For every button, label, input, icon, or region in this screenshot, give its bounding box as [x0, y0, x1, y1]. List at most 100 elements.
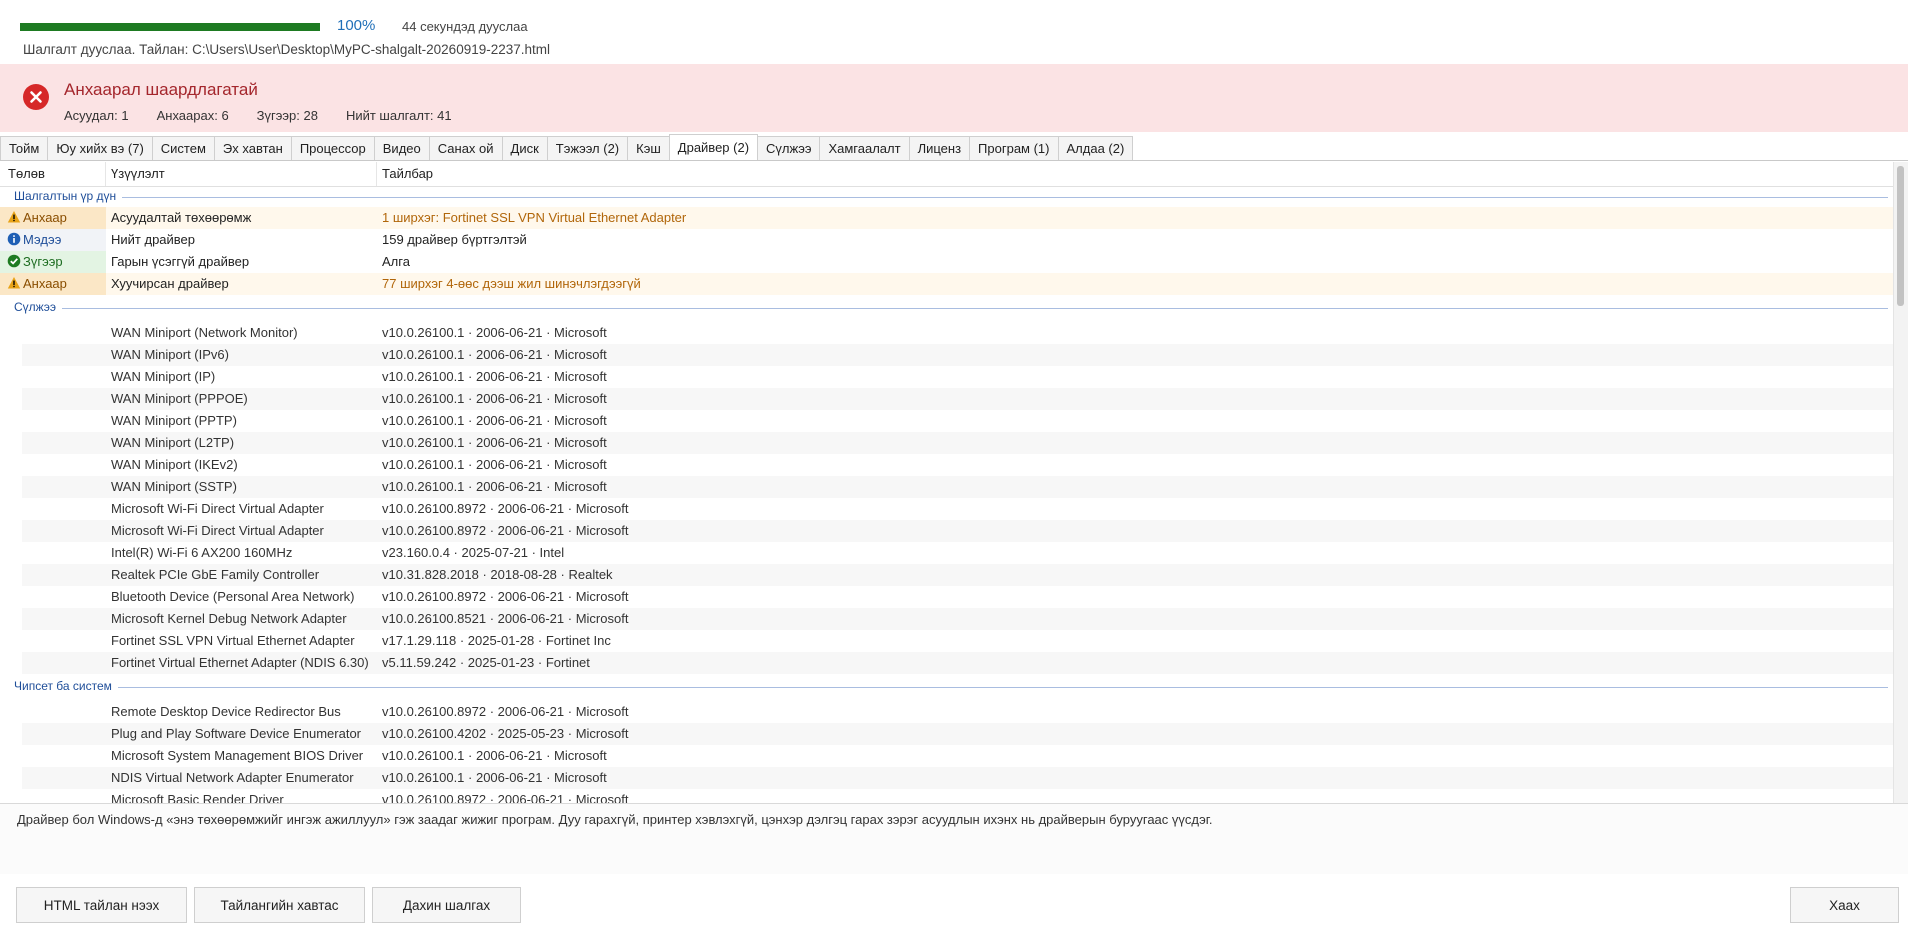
- item-cell: WAN Miniport (L2TP): [111, 435, 235, 450]
- table-row[interactable]: WAN Miniport (PPPOE) v10.0.26100.1 · 2006…: [22, 388, 1893, 410]
- item-cell: WAN Miniport (IP): [111, 369, 216, 384]
- close-button[interactable]: Хаах: [1790, 887, 1899, 923]
- description-cell: v10.0.26100.8972 · 2006-06-21 · Microsof…: [382, 589, 629, 604]
- tab-9[interactable]: Кэш: [627, 136, 670, 160]
- table-row[interactable]: Fortinet Virtual Ethernet Adapter (NDIS …: [22, 652, 1893, 674]
- tab-7[interactable]: Диск: [501, 136, 548, 160]
- description-cell: v10.0.26100.8972 · 2006-06-21 · Microsof…: [382, 501, 629, 516]
- table-row[interactable]: Анхаар Асуудалтай төхөөрөмж 1 ширхэг: Fort…: [0, 207, 1893, 229]
- item-cell: Асуудалтай төхөөрөмж: [111, 210, 252, 225]
- description-cell: v10.0.26100.8972 · 2006-06-21 · Microsof…: [382, 523, 629, 538]
- group-divider: [14, 687, 1888, 688]
- item-cell: Microsoft System Management BIOS Driver: [111, 748, 364, 763]
- tab-0[interactable]: Тойм: [0, 136, 49, 160]
- description-cell: v10.0.26100.1 · 2006-06-21 · Microsoft: [382, 369, 607, 384]
- description-cell: 159 драйвер бүртгэлтэй: [382, 232, 527, 247]
- description-cell: v17.1.29.118 · 2025-01-28 · Fortinet Inc: [382, 633, 611, 648]
- alert-title: Анхаарал шаардлагатай: [64, 80, 258, 99]
- info-panel: Драйвер бол Windows-д «энэ төхөөрөмжийг …: [0, 804, 1908, 874]
- table-row[interactable]: Bluetooth Device (Personal Area Network)…: [22, 586, 1893, 608]
- progress-time: 44 секундэд дууслаа: [402, 19, 528, 34]
- tab-8[interactable]: Тэжээл (2): [546, 136, 629, 160]
- group-divider: [14, 308, 1888, 309]
- grid-scrollbar[interactable]: [1893, 162, 1908, 803]
- description-cell: 1 ширхэг: Fortinet SSL VPN Virtual Ether…: [382, 210, 687, 225]
- info-text: Драйвер бол Windows-д «энэ төхөөрөмжийг …: [17, 812, 1213, 827]
- table-row[interactable]: Microsoft Wi-Fi Direct Virtual Adapter v1…: [22, 498, 1893, 520]
- warning-icon: [7, 210, 23, 225]
- progress-fill: [20, 23, 320, 31]
- progress-bar: [20, 23, 320, 31]
- alert-stats: Асуудал: 1 Анхаарах: 6 Зүгээр: 28 Нийт шалг…: [64, 108, 480, 123]
- table-row[interactable]: WAN Miniport (IKEv2) v10.0.26100.1 · 2006…: [22, 454, 1893, 476]
- group-label: Сүлжээ: [14, 300, 62, 314]
- table-row[interactable]: NDIS Virtual Network Adapter Enumerator v…: [22, 767, 1893, 789]
- tab-4[interactable]: Процессор: [290, 136, 375, 160]
- item-cell: Realtek PCIe GbE Family Controller: [111, 567, 320, 582]
- status-cell: Мэдээ: [0, 229, 106, 251]
- status-text: Зүгээр: [23, 254, 63, 269]
- table-row[interactable]: Intel(R) Wi-Fi 6 AX200 160MHz v23.160.0.4…: [22, 542, 1893, 564]
- tab-13[interactable]: Лиценз: [908, 136, 971, 160]
- table-row[interactable]: WAN Miniport (IPv6) v10.0.26100.1 · 2006-…: [22, 344, 1893, 366]
- table-row[interactable]: Мэдээ Нийт драйвер 159 драйвер бүртгэлтэй: [0, 229, 1893, 251]
- table-row[interactable]: WAN Miniport (IP) v10.0.26100.1 · 2006-06…: [22, 366, 1893, 388]
- item-cell: NDIS Virtual Network Adapter Enumerator: [111, 770, 354, 785]
- group-header: Сүлжээ: [14, 298, 1888, 318]
- tab-11[interactable]: Сүлжээ: [757, 136, 821, 160]
- tab-6[interactable]: Санах ой: [428, 136, 503, 160]
- item-cell: Microsoft Wi-Fi Direct Virtual Adapter: [111, 523, 324, 538]
- description-cell: v10.0.26100.1 · 2006-06-21 · Microsoft: [382, 748, 607, 763]
- item-cell: Fortinet SSL VPN Virtual Ethernet Adapte…: [111, 633, 355, 648]
- description-cell: v10.0.26100.1 · 2006-06-21 · Microsoft: [382, 391, 607, 406]
- table-row[interactable]: Microsoft Wi-Fi Direct Virtual Adapter v1…: [22, 520, 1893, 542]
- status-cell: Зүгээр: [0, 251, 106, 273]
- description-cell: v10.0.26100.8972 · 2006-06-21 · Microsof…: [382, 704, 629, 719]
- table-row[interactable]: WAN Miniport (Network Monitor) v10.0.2610…: [22, 322, 1893, 344]
- table-row[interactable]: Remote Desktop Device Redirector Bus v10.…: [22, 701, 1893, 723]
- open-html-report-button[interactable]: HTML тайлан нээх: [16, 887, 187, 923]
- column-header-status[interactable]: Төлөв: [0, 162, 106, 186]
- table-row[interactable]: WAN Miniport (L2TP) v10.0.26100.1 · 2006-…: [22, 432, 1893, 454]
- description-cell: v10.0.26100.8972 · 2006-06-21 · Microsof…: [382, 792, 629, 804]
- table-row[interactable]: Зүгээр Гарын үсэггүй драйвер Алга: [0, 251, 1893, 273]
- tab-2[interactable]: Систем: [151, 136, 215, 160]
- description-cell: v10.0.26100.1 · 2006-06-21 · Microsoft: [382, 413, 607, 428]
- rescan-button[interactable]: Дахин шалгах: [372, 887, 521, 923]
- item-cell: Bluetooth Device (Personal Area Network): [111, 589, 355, 604]
- description-cell: v23.160.0.4 · 2025-07-21 · Intel: [382, 545, 565, 560]
- tab-10[interactable]: Драйвер (2): [668, 134, 759, 160]
- item-cell: WAN Miniport (IPv6): [111, 347, 229, 362]
- description-cell: v10.0.26100.4202 · 2025-05-23 · Microsof…: [382, 726, 629, 741]
- description-cell: v10.0.26100.8521 · 2006-06-21 · Microsof…: [382, 611, 629, 626]
- status-text: Шалгалт дууслаа. Тайлан: C:\Users\User\D…: [23, 42, 551, 57]
- error-circle-icon: [23, 84, 49, 110]
- tab-3[interactable]: Эх хавтан: [213, 136, 292, 160]
- column-header-description[interactable]: Тайлбар: [374, 162, 1893, 186]
- table-row[interactable]: WAN Miniport (SSTP) v10.0.26100.1 · 2006-…: [22, 476, 1893, 498]
- column-header-item[interactable]: Үзүүлэлт: [103, 162, 377, 186]
- item-cell: WAN Miniport (PPTP): [111, 413, 237, 428]
- info-icon: [7, 232, 23, 247]
- description-cell: v10.0.26100.1 · 2006-06-21 · Microsoft: [382, 435, 607, 450]
- table-row[interactable]: WAN Miniport (PPTP) v10.0.26100.1 · 2006-…: [22, 410, 1893, 432]
- report-folder-button[interactable]: Тайлангийн хавтас: [194, 887, 365, 923]
- table-row[interactable]: Анхаар Хуучирсан драйвер 77 ширхэг 4-өөс д…: [0, 273, 1893, 295]
- tab-12[interactable]: Хамгаалалт: [819, 136, 910, 160]
- tab-14[interactable]: Програм (1): [969, 136, 1059, 160]
- status-cell: Анхаар: [0, 273, 106, 295]
- table-row[interactable]: Microsoft Kernel Debug Network Adapter v1…: [22, 608, 1893, 630]
- tab-15[interactable]: Алдаа (2): [1057, 136, 1134, 160]
- tab-5[interactable]: Видео: [373, 136, 430, 160]
- table-row[interactable]: Fortinet SSL VPN Virtual Ethernet Adapte…: [22, 630, 1893, 652]
- table-row[interactable]: Microsoft System Management BIOS Driver v…: [22, 745, 1893, 767]
- item-cell: Plug and Play Software Device Enumerator: [111, 726, 362, 741]
- table-row[interactable]: Plug and Play Software Device Enumerator…: [22, 723, 1893, 745]
- table-row[interactable]: Microsoft Basic Render Driver v10.0.26100…: [22, 789, 1893, 804]
- alert-banner: Анхаарал шаардлагатай Асуудал: 1 Анхаарах…: [0, 64, 1908, 132]
- status-badge: Зүгээр: [0, 251, 106, 273]
- scrollbar-thumb[interactable]: [1897, 166, 1904, 306]
- tab-1[interactable]: Юу хийх вэ (7): [47, 136, 153, 160]
- status-text: Анхаар: [23, 210, 67, 225]
- table-row[interactable]: Realtek PCIe GbE Family Controller v10.31…: [22, 564, 1893, 586]
